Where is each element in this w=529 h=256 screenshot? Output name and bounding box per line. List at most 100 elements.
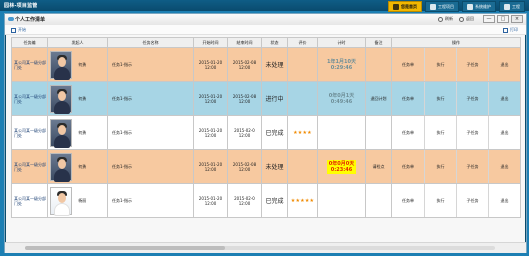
col-timer: 计时 — [317, 37, 366, 48]
top-navigation: 您是首页 工程项目 系统维护 工程 — [388, 1, 525, 12]
nav-label: 系统维护 — [475, 3, 491, 9]
timer-box: 1年1月10天 0:29:46 — [325, 58, 358, 72]
actions-cell: 任务单 执行 子任务 退出 — [391, 183, 521, 218]
nav-label: 工程项目 — [438, 3, 454, 9]
timer-clock: 0:23:46 — [330, 166, 353, 173]
close-button[interactable]: × — [511, 15, 523, 23]
initiator-name: 何勇 — [78, 95, 87, 101]
note: 退回计划 — [365, 81, 392, 116]
actions-cell: 任务单 执行 子任务 退出 — [391, 115, 521, 150]
subtask-button[interactable]: 子任务 — [456, 184, 488, 217]
initiator-cell: 何勇 — [47, 149, 108, 184]
timer-cell: 0年0月1天 0:49:46 — [317, 81, 366, 116]
refresh-icon — [438, 16, 443, 22]
table-row[interactable]: 某公司某一级分部门处 何勇 任务1-指示 2015-01-20 12:00 20… — [11, 47, 521, 82]
action-buttons: 任务单 执行 子任务 退出 — [392, 82, 520, 115]
avatar-body — [54, 202, 70, 216]
initiator-cell: 杨丽 — [47, 183, 108, 218]
task-name: 任务1-指示 — [107, 183, 194, 218]
col-note: 备注 — [365, 37, 392, 48]
col-end-time: 结束时间 — [227, 37, 262, 48]
action-buttons: 任务单 执行 子任务 退出 — [392, 150, 520, 183]
start-time: 2015-01-20 12:00 — [193, 47, 228, 82]
task-no: 某公司某一级分部门处 — [11, 47, 48, 82]
minimize-button[interactable]: — — [483, 15, 495, 23]
header-actions: 刷新 返回 — [438, 16, 474, 22]
task-sheet-button[interactable]: 任务单 — [392, 82, 424, 115]
subtask-button[interactable]: 子任务 — [456, 116, 488, 149]
note: 请检点 — [365, 149, 392, 184]
table-row[interactable]: 某公司某一级分部门处 何勇 任务1-指示 2015-01-20 12:00 20… — [11, 149, 521, 184]
status: 已完成 — [261, 183, 288, 218]
toolbar: 开始 打印 — [5, 25, 526, 35]
add-icon — [11, 27, 16, 33]
horizontal-scrollbar[interactable] — [5, 242, 526, 253]
nav-system[interactable]: 系统维护 — [462, 1, 496, 12]
print-button[interactable]: 打印 — [503, 27, 518, 33]
execute-button[interactable]: 执行 — [424, 116, 456, 149]
execute-button[interactable]: 执行 — [424, 48, 456, 81]
scroll-track[interactable] — [25, 246, 495, 250]
task-sheet-button[interactable]: 任务单 — [392, 150, 424, 183]
table-row[interactable]: 某公司某一级分部门处 何勇 任务1-指示 2015-01-20 12:00 20… — [11, 81, 521, 116]
timer-cell — [317, 183, 366, 218]
cloud-icon — [8, 17, 14, 21]
window-controls: — □ × — [483, 15, 523, 23]
task-sheet-button[interactable]: 任务单 — [392, 48, 424, 81]
print-icon — [503, 27, 508, 33]
table-row[interactable]: 某公司某一级分部门处 杨丽 任务1-指示 2015-01-20 12:00 20… — [11, 183, 521, 218]
execute-button[interactable]: 执行 — [424, 150, 456, 183]
subtask-button[interactable]: 子任务 — [456, 150, 488, 183]
subtask-button[interactable]: 子任务 — [456, 82, 488, 115]
maximize-button[interactable]: □ — [497, 15, 509, 23]
exit-button[interactable]: 退出 — [488, 116, 520, 149]
end-time: 2015-02-0 12:00 — [227, 183, 262, 218]
scroll-thumb[interactable] — [25, 246, 225, 250]
avatar — [50, 152, 72, 182]
table-row[interactable]: 某公司某一级分部门处 何勇 任务1-指示 2015-01-20 12:00 20… — [11, 115, 521, 150]
actions-cell: 任务单 执行 子任务 退出 — [391, 47, 521, 82]
note — [365, 47, 392, 82]
task-name: 任务1-指示 — [107, 149, 194, 184]
start-button[interactable]: 开始 — [11, 27, 26, 33]
task-name: 任务1-指示 — [107, 47, 194, 82]
status: 未处理 — [261, 47, 288, 82]
exit-button[interactable]: 退出 — [488, 48, 520, 81]
nav-home[interactable]: 您是首页 — [388, 1, 422, 12]
timer-duration: 0年0月0天 — [328, 160, 355, 167]
actions-cell: 任务单 执行 子任务 退出 — [391, 149, 521, 184]
refresh-button[interactable]: 刷新 — [438, 16, 453, 22]
avatar — [50, 118, 72, 148]
status: 未处理 — [261, 149, 288, 184]
app-titlebar: 园林-项目监管 您是首页 工程项目 系统维护 工程 — [0, 0, 529, 12]
exit-button[interactable]: 退出 — [488, 184, 520, 217]
status: 进行中 — [261, 81, 288, 116]
actions-cell: 任务单 执行 子任务 退出 — [391, 81, 521, 116]
col-rating: 评价 — [287, 37, 318, 48]
avatar-face — [58, 192, 66, 203]
execute-button[interactable]: 执行 — [424, 184, 456, 217]
initiator-cell: 何勇 — [47, 47, 108, 82]
execute-button[interactable]: 执行 — [424, 82, 456, 115]
avatar-face — [58, 56, 66, 67]
initiator-name: 何勇 — [78, 163, 87, 169]
task-sheet-button[interactable]: 任务单 — [392, 184, 424, 217]
start-time: 2015-01-20 12:00 — [193, 149, 228, 184]
nav-work[interactable]: 工程 — [499, 1, 525, 12]
timer-cell: 0年0月0天 0:23:46 — [317, 149, 366, 184]
exit-button[interactable]: 退出 — [488, 150, 520, 183]
nav-label: 您是首页 — [401, 3, 417, 9]
task-name: 任务1-指示 — [107, 115, 194, 150]
back-button[interactable]: 返回 — [459, 16, 474, 22]
initiator-name: 何勇 — [78, 129, 87, 135]
initiator-name: 何勇 — [78, 61, 87, 67]
exit-button[interactable]: 退出 — [488, 82, 520, 115]
avatar-face — [58, 124, 66, 135]
timer-clock: 0:29:46 — [330, 64, 353, 71]
subtask-button[interactable]: 子任务 — [456, 48, 488, 81]
nav-projects[interactable]: 工程项目 — [425, 1, 459, 12]
refresh-label: 刷新 — [445, 16, 453, 21]
avatar — [50, 186, 72, 216]
task-sheet-button[interactable]: 任务单 — [392, 116, 424, 149]
end-time: 2015-02-08 12:00 — [227, 47, 262, 82]
